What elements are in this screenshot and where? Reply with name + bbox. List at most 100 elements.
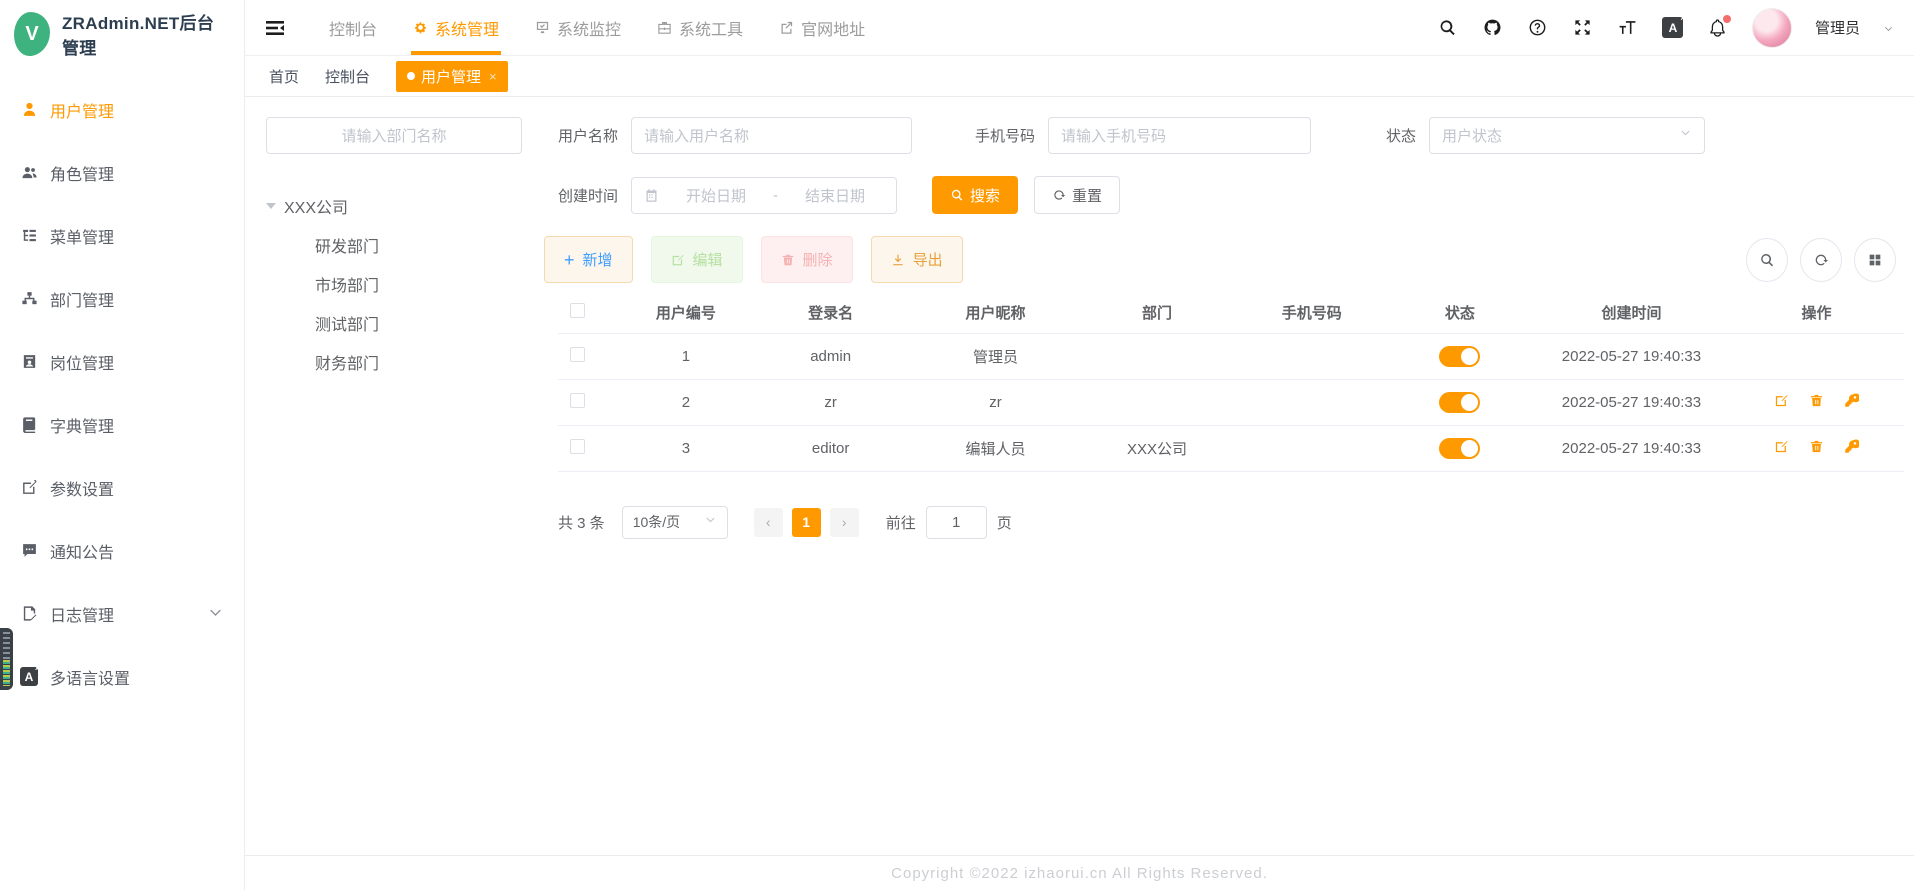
sidebar-item-menu-management[interactable]: 菜单管理 <box>0 204 244 267</box>
dept-search-input[interactable]: 请输入部门名称 <box>266 117 522 154</box>
tree-node-company[interactable]: XXX公司 <box>266 194 522 218</box>
nav-item-official-site[interactable]: 官网地址 <box>761 0 883 55</box>
row-checkbox[interactable] <box>570 347 585 362</box>
goto-page-input[interactable]: 1 <box>926 506 987 539</box>
status-select[interactable]: 用户状态 <box>1429 117 1705 154</box>
cell-nick: 编辑人员 <box>915 425 1077 471</box>
row-delete-icon[interactable] <box>1809 393 1824 408</box>
sidebar-item-label: 多语言设置 <box>50 665 130 689</box>
sidebar-item-post-management[interactable]: 岗位管理 <box>0 330 244 393</box>
table-header-row: 用户编号 登录名 用户昵称 部门 手机号码 状态 创建时间 操作 <box>558 293 1904 333</box>
briefcase-icon <box>657 20 672 35</box>
external-link-icon <box>779 20 794 35</box>
export-button[interactable]: 导出 <box>871 236 963 283</box>
status-toggle[interactable] <box>1439 438 1480 459</box>
date-range-picker[interactable]: 开始日期 - 结束日期 <box>631 177 897 214</box>
end-date-placeholder[interactable]: 结束日期 <box>786 185 884 206</box>
sidebar-item-label: 菜单管理 <box>50 224 114 248</box>
cell-created: 2022-05-27 19:40:33 <box>1534 333 1729 379</box>
tree-node-marketing[interactable]: 市场部门 <box>266 257 522 296</box>
help-icon[interactable] <box>1527 17 1549 39</box>
row-checkbox[interactable] <box>570 393 585 408</box>
col-status: 状态 <box>1386 293 1534 333</box>
cell-login: admin <box>747 333 915 379</box>
row-delete-icon[interactable] <box>1809 439 1824 454</box>
username-input[interactable]: 请输入用户名称 <box>631 117 912 154</box>
start-date-placeholder[interactable]: 开始日期 <box>667 185 765 206</box>
nav-item-system-monitor[interactable]: 系统监控 <box>517 0 639 55</box>
nav-item-console[interactable]: 控制台 <box>311 0 395 55</box>
notification-dot <box>1723 15 1731 23</box>
dept-tree: XXX公司 研发部门 市场部门 测试部门 财务部门 <box>266 194 522 374</box>
phone-input[interactable]: 请输入手机号码 <box>1048 117 1311 154</box>
github-icon[interactable] <box>1482 17 1504 39</box>
download-icon <box>891 253 905 267</box>
select-all-checkbox[interactable] <box>570 303 585 318</box>
delete-button[interactable]: 删除 <box>761 236 853 283</box>
top-navbar: 控制台 系统管理 系统监控 系统工具 官网地址 <box>245 0 1914 56</box>
row-edit-icon[interactable] <box>1774 439 1789 454</box>
log-icon <box>20 605 38 623</box>
nav-item-system-tools[interactable]: 系统工具 <box>639 0 761 55</box>
translate-icon[interactable]: Ax <box>1662 17 1684 39</box>
col-nick: 用户昵称 <box>915 293 1077 333</box>
fullscreen-icon[interactable] <box>1572 17 1594 39</box>
book-icon <box>20 416 38 434</box>
font-size-icon[interactable] <box>1617 17 1639 39</box>
row-edit-icon[interactable] <box>1774 393 1789 408</box>
current-page-button[interactable]: 1 <box>792 508 821 537</box>
user-menu-chevron-icon[interactable] <box>1883 22 1894 33</box>
nav-item-system-management[interactable]: 系统管理 <box>395 0 517 55</box>
floating-panel-handle[interactable] <box>0 628 13 690</box>
add-button[interactable]: + 新增 <box>544 236 633 283</box>
table-refresh-icon[interactable] <box>1800 238 1842 282</box>
table-columns-icon[interactable] <box>1854 238 1896 282</box>
monitor-icon <box>535 20 550 35</box>
page-size-select[interactable]: 10条/页 <box>622 506 728 539</box>
avatar[interactable] <box>1752 8 1792 48</box>
tree-node-rd[interactable]: 研发部门 <box>266 218 522 257</box>
sidebar-item-notice[interactable]: 通知公告 <box>0 519 244 582</box>
sidebar-item-label: 岗位管理 <box>50 350 114 374</box>
tree-node-finance[interactable]: 财务部门 <box>266 335 522 374</box>
search-icon[interactable] <box>1437 17 1459 39</box>
table-search-toggle-icon[interactable] <box>1746 238 1788 282</box>
nav-label: 官网地址 <box>801 16 865 40</box>
sidebar-item-dict-management[interactable]: 字典管理 <box>0 393 244 456</box>
next-page-button[interactable]: › <box>830 508 859 537</box>
page-unit-label: 页 <box>997 512 1012 533</box>
nav-label: 控制台 <box>329 16 377 40</box>
col-user-id: 用户编号 <box>625 293 746 333</box>
sidebar-item-language-settings[interactable]: Ax 多语言设置 <box>0 645 244 708</box>
add-button-label: 新增 <box>583 249 613 270</box>
prev-page-button[interactable]: ‹ <box>754 508 783 537</box>
tree-caret-icon[interactable] <box>266 203 276 209</box>
cell-dept <box>1076 333 1238 379</box>
tab-console[interactable]: 控制台 <box>325 66 370 87</box>
close-icon[interactable]: × <box>489 69 497 84</box>
sidebar-collapse-icon[interactable] <box>263 16 287 40</box>
status-label: 状态 <box>1386 125 1416 146</box>
sidebar-item-user-management[interactable]: 用户管理 <box>0 78 244 141</box>
edit-button[interactable]: 编辑 <box>651 236 743 283</box>
filter-row-2: 创建时间 开始日期 - 结束日期 搜索 重置 <box>558 176 1904 214</box>
sitemap-icon <box>20 290 38 308</box>
tab-home[interactable]: 首页 <box>269 66 299 87</box>
sidebar-item-log-management[interactable]: 日志管理 <box>0 582 244 645</box>
row-reset-password-icon[interactable] <box>1844 439 1859 454</box>
cell-created: 2022-05-27 19:40:33 <box>1534 425 1729 471</box>
sidebar-item-param-settings[interactable]: 参数设置 <box>0 456 244 519</box>
calendar-icon <box>644 188 659 203</box>
sidebar-item-dept-management[interactable]: 部门管理 <box>0 267 244 330</box>
reset-button[interactable]: 重置 <box>1034 176 1120 214</box>
tree-node-testing[interactable]: 测试部门 <box>266 296 522 335</box>
status-toggle[interactable] <box>1439 392 1480 413</box>
row-reset-password-icon[interactable] <box>1844 393 1859 408</box>
bell-icon[interactable] <box>1707 17 1729 39</box>
users-icon <box>20 164 38 182</box>
row-checkbox[interactable] <box>570 439 585 454</box>
status-toggle[interactable] <box>1439 346 1480 367</box>
tab-user-management[interactable]: 用户管理 × <box>396 61 508 92</box>
sidebar-item-role-management[interactable]: 角色管理 <box>0 141 244 204</box>
search-button[interactable]: 搜索 <box>932 176 1018 214</box>
